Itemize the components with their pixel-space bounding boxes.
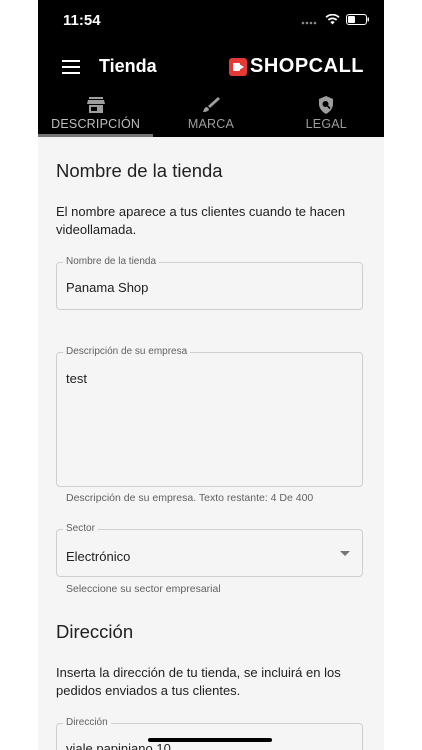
video-call-icon (229, 57, 247, 76)
store-icon (86, 97, 105, 113)
address-description: Inserta la dirección de tu tienda, se in… (56, 665, 341, 698)
tab-label: DESCRIPCIÓN (51, 117, 141, 131)
dropdown-arrow-icon[interactable] (340, 551, 350, 556)
phone-screen: 11:54 Tienda SHOPCALL DESCRIPCIÓN MARCA … (38, 0, 384, 750)
company-description-field[interactable]: Descripción de su empresa test (56, 346, 363, 487)
company-description-label: Descripción de su empresa (63, 346, 191, 357)
battery-icon (346, 14, 369, 25)
app-bar: Tienda SHOPCALL (38, 48, 384, 88)
store-name-heading: Nombre de la tienda (56, 160, 223, 181)
tab-label: LEGAL (305, 117, 347, 131)
signal-icon (301, 21, 317, 24)
home-indicator[interactable] (148, 738, 272, 742)
company-description-value: test (66, 371, 87, 386)
wifi-icon (325, 14, 340, 25)
logo-text: SHOPCALL (250, 55, 364, 77)
sector-helper: Seleccione su sector empresarial (66, 583, 221, 595)
top-bar: 11:54 Tienda SHOPCALL DESCRIPCIÓN MARCA … (38, 0, 384, 137)
tab-legal[interactable]: LEGAL (269, 92, 384, 137)
shield-icon (319, 96, 334, 114)
brush-icon (202, 97, 220, 112)
tab-bar: DESCRIPCIÓN MARCA LEGAL (38, 92, 384, 137)
store-name-description: El nombre aparece a tus clientes cuando … (56, 204, 346, 237)
main-content: Nombre de la tienda El nombre aparece a … (38, 137, 384, 750)
status-bar: 11:54 (38, 0, 384, 44)
tab-label: MARCA (187, 117, 235, 131)
status-icons (301, 14, 370, 25)
address-field[interactable]: Dirección viale papiniano 10 (56, 717, 363, 750)
status-time: 11:54 (63, 12, 101, 29)
sector-label: Sector (63, 523, 98, 534)
address-label: Dirección (63, 717, 111, 728)
tab-marca[interactable]: MARCA (153, 92, 268, 137)
shopcall-logo: SHOPCALL (229, 55, 364, 78)
company-description-helper: Descripción de su empresa. Texto restant… (66, 492, 314, 504)
sector-select[interactable]: Sector Electrónico (56, 523, 363, 577)
store-name-label: Nombre de la tienda (63, 256, 160, 267)
sector-value: Electrónico (66, 549, 131, 564)
hamburger-menu-icon[interactable] (62, 60, 80, 74)
page-title: Tienda (99, 56, 157, 76)
address-value: viale papiniano 10 (66, 741, 171, 750)
address-heading: Dirección (56, 621, 134, 642)
tab-descripcion[interactable]: DESCRIPCIÓN (38, 92, 154, 137)
store-name-field[interactable]: Nombre de la tienda Panama Shop (56, 256, 363, 310)
store-name-value: Panama Shop (66, 280, 149, 295)
